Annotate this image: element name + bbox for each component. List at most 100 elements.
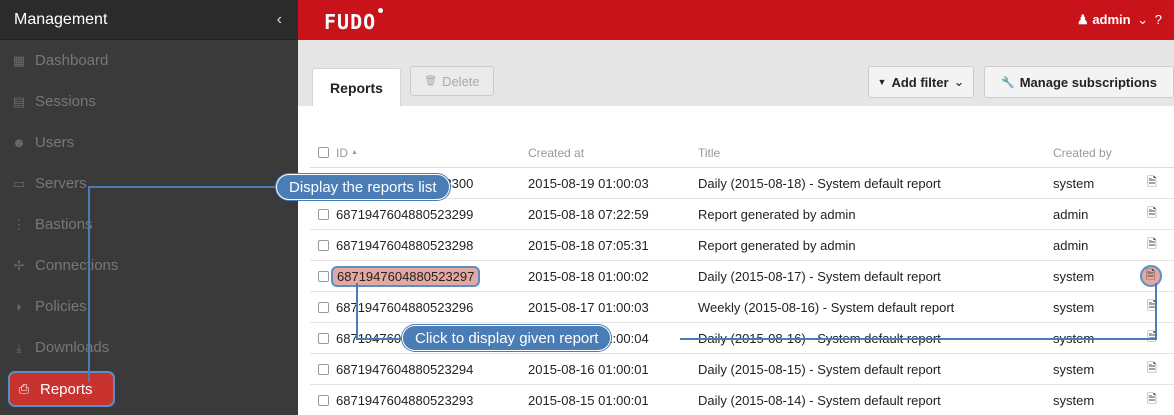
chevron-down-icon: ⌄ xyxy=(1137,12,1149,27)
created-at: 2015-08-17 01:00:03 xyxy=(528,299,649,315)
report-title: Daily (2015-08-15) - System default repo… xyxy=(698,361,941,377)
report-title: Weekly (2015-08-16) - System default rep… xyxy=(698,299,955,315)
fudo-logo[interactable]: FUDO xyxy=(324,8,384,34)
users-icon: ☻ xyxy=(12,135,26,150)
created-by: system xyxy=(1053,392,1095,408)
created-by: system xyxy=(1053,268,1095,284)
manage-subscriptions-button[interactable]: 🔧 Manage subscriptions xyxy=(984,66,1174,98)
sidebar-item-label: Connections xyxy=(35,257,119,274)
view-report-icon[interactable]: 🗎 xyxy=(1139,265,1162,287)
table-row[interactable]: 6871947604880523297 2015-08-18 01:00:02 … xyxy=(310,261,1174,292)
report-title: Daily (2015-08-18) - System default repo… xyxy=(698,175,941,191)
sidebar-item-dashboard[interactable]: ▦ Dashboard xyxy=(0,40,298,81)
select-all-checkbox[interactable] xyxy=(318,147,329,158)
sort-asc-icon: ▲ xyxy=(351,149,358,156)
report-id-highlighted[interactable]: 6871947604880523297 xyxy=(331,265,481,287)
header-id-label: ID xyxy=(336,145,348,160)
created-by: system xyxy=(1053,361,1095,377)
manage-subscriptions-label: Manage subscriptions xyxy=(1019,74,1157,90)
row-checkbox[interactable] xyxy=(318,363,329,375)
filter-icon: ▼ xyxy=(877,77,887,87)
created-by: system xyxy=(1053,299,1095,315)
table-row[interactable]: 6871947604880523293 2015-08-15 01:00:01 … xyxy=(310,385,1174,415)
server-icon: ▭ xyxy=(12,175,26,191)
callout-line-report-left xyxy=(356,283,358,339)
report-title: Report generated by admin xyxy=(698,206,856,222)
sidebar-item-reports[interactable]: ⎙ Reports xyxy=(8,371,115,407)
row-checkbox[interactable] xyxy=(318,301,329,313)
created-at: 2015-08-16 01:00:01 xyxy=(528,361,649,377)
row-checkbox[interactable] xyxy=(318,208,329,220)
sidebar-item-label: Policies xyxy=(35,298,87,315)
report-title: Report generated by admin xyxy=(698,237,856,253)
user-name: admin xyxy=(1092,12,1131,27)
view-report-icon[interactable]: 🗎 xyxy=(1142,235,1162,256)
sidebar-item-label: Sessions xyxy=(35,93,96,110)
view-report-icon[interactable]: 🗎 xyxy=(1142,359,1162,380)
delete-button[interactable]: 🗑 Delete xyxy=(410,66,494,96)
table-row[interactable]: 6871947604880523296 2015-08-17 01:00:03 … xyxy=(310,292,1174,323)
table-row[interactable]: 6871947604880523299 2015-08-18 07:22:59 … xyxy=(310,199,1174,230)
header-id[interactable]: ID ▲ xyxy=(310,146,528,160)
report-id[interactable]: 6871947604880523299 xyxy=(336,207,473,222)
created-at: 2015-08-18 01:00:02 xyxy=(528,268,649,284)
report-id[interactable]: 6871947604880523298 xyxy=(336,238,473,253)
created-by: admin xyxy=(1053,206,1089,222)
trash-icon: 🗑 xyxy=(424,75,438,87)
sidebar-item-label: Bastions xyxy=(35,216,93,233)
sidebar-item-sessions[interactable]: ▤ Sessions xyxy=(0,81,298,122)
callout-line-list-v xyxy=(88,186,90,382)
logo-dot xyxy=(378,8,384,13)
table-row[interactable]: 6871947604880523294 2015-08-16 01:00:01 … xyxy=(310,354,1174,385)
row-checkbox[interactable] xyxy=(318,270,329,282)
callout-display-given-report: Click to display given report xyxy=(402,325,612,351)
report-title: Daily (2015-08-14) - System default repo… xyxy=(698,392,941,408)
sidebar-item-servers[interactable]: ▭ Servers xyxy=(0,163,298,204)
sidebar-item-label: Reports xyxy=(40,380,93,398)
callout-display-reports-list: Display the reports list xyxy=(276,174,450,200)
sidebar-item-label: Servers xyxy=(35,175,87,192)
row-checkbox[interactable] xyxy=(318,394,329,406)
sidebar-item-downloads[interactable]: ⤓ Downloads xyxy=(0,327,298,368)
sidebar-item-policies[interactable]: ◗ Policies xyxy=(0,286,298,327)
help-icon[interactable]: ? xyxy=(1155,12,1162,27)
user-menu[interactable]: ♟ admin ⌄ ? xyxy=(1077,12,1162,28)
sidebar-item-bastions[interactable]: ⋮ Bastions xyxy=(0,204,298,245)
callout-line-report-right-v xyxy=(1155,283,1157,340)
connections-icon: ✢ xyxy=(13,257,25,273)
view-report-icon[interactable]: 🗎 xyxy=(1142,204,1162,225)
collapse-sidebar-icon[interactable]: ‹ xyxy=(277,11,282,29)
callout-line-report-right-h xyxy=(680,338,1156,340)
tab-reports[interactable]: Reports xyxy=(312,68,401,106)
view-report-icon[interactable]: 🗎 xyxy=(1142,173,1162,194)
add-filter-button[interactable]: ▼ Add filter ⌄ xyxy=(868,66,974,98)
row-checkbox[interactable] xyxy=(318,332,329,344)
film-icon: ▤ xyxy=(12,93,26,109)
callout-line-list-h xyxy=(88,186,276,188)
header-title[interactable]: Title xyxy=(698,146,1053,160)
view-report-icon[interactable]: 🗎 xyxy=(1142,390,1162,411)
toolbar: Reports 🗑 Delete ▼ Add filter ⌄ 🔧 Manage… xyxy=(298,40,1174,106)
created-at: 2015-08-18 07:05:31 xyxy=(528,237,649,253)
header-created-at[interactable]: Created at xyxy=(528,146,698,160)
report-id[interactable]: 6871947604880523294 xyxy=(336,362,473,377)
add-filter-label: Add filter xyxy=(891,74,949,90)
created-at: 2015-08-18 07:22:59 xyxy=(528,206,649,222)
sidebar-item-label: Downloads xyxy=(35,339,110,356)
sidebar: Management ‹ ▦ Dashboard ▤ Sessions ☻ Us… xyxy=(0,0,298,415)
logo-text: FUDO xyxy=(324,10,377,34)
top-bar: FUDO ♟ admin ⌄ ? xyxy=(298,0,1174,40)
view-report-icon[interactable]: 🗎 xyxy=(1142,297,1162,318)
bastion-icon: ⋮ xyxy=(12,216,26,232)
report-id[interactable]: 6871947604880523293 xyxy=(336,393,473,408)
row-checkbox[interactable] xyxy=(318,239,329,251)
created-by: system xyxy=(1053,175,1095,191)
download-icon: ⤓ xyxy=(16,339,22,355)
print-icon: ⎙ xyxy=(18,381,30,396)
delete-label: Delete xyxy=(442,73,480,89)
header-created-by[interactable]: Created by xyxy=(1053,146,1142,160)
sidebar-item-connections[interactable]: ✢ Connections xyxy=(0,245,298,286)
table-row[interactable]: 6871947604880523298 2015-08-18 07:05:31 … xyxy=(310,230,1174,261)
sidebar-item-users[interactable]: ☻ Users xyxy=(0,122,298,163)
sidebar-title: Management xyxy=(14,10,108,28)
